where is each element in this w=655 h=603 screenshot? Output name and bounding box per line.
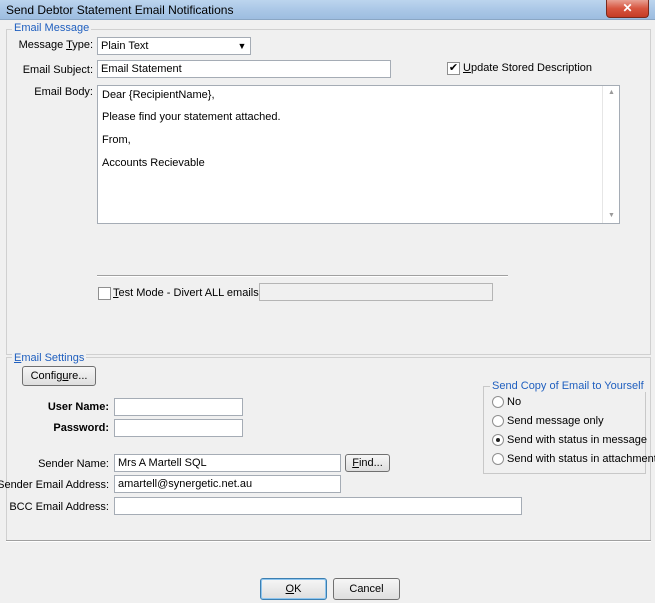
test-mode-label: Test Mode - Divert ALL emails to:: [113, 287, 274, 299]
bcc-email-label: BCC Email Address:: [9, 501, 109, 513]
scroll-down-icon[interactable]: ▼: [603, 209, 620, 223]
send-copy-group-label: Send Copy of Email to Yourself: [490, 380, 646, 392]
sender-name-label: Sender Name:: [38, 458, 109, 470]
email-subject-input[interactable]: Email Statement: [97, 60, 391, 78]
user-name-label: User Name:: [47, 401, 109, 413]
radio-send-status-in-message-label: Send with status in message: [507, 434, 648, 446]
test-mode-email-input[interactable]: [259, 283, 493, 301]
radio-no[interactable]: [492, 396, 504, 408]
message-type-label: Message Type:: [18, 39, 93, 51]
email-body-scrollbar[interactable]: ▲ ▼: [602, 86, 619, 223]
title-bar: Send Debtor Statement Email Notification…: [0, 0, 655, 20]
email-body-line: Dear {RecipientName},: [102, 89, 215, 101]
update-stored-description-label: Update Stored Description: [463, 62, 593, 74]
ok-button[interactable]: OK: [260, 578, 327, 600]
chevron-down-icon[interactable]: ▼: [235, 39, 249, 53]
email-subject-value: Email Statement: [101, 63, 182, 75]
sender-email-input[interactable]: amartell@synergetic.net.au: [114, 475, 341, 493]
email-body-line: Please find your statement attached.: [102, 111, 281, 123]
find-button[interactable]: Find...: [345, 454, 390, 472]
configure-button[interactable]: Configure...: [22, 366, 96, 386]
email-body-textarea[interactable]: Dear {RecipientName}, Please find your s…: [97, 85, 620, 224]
message-type-select[interactable]: Plain Text ▼: [97, 37, 251, 55]
email-subject-label: Email Subject:: [22, 64, 93, 76]
radio-send-message-only[interactable]: [492, 415, 504, 427]
cancel-button[interactable]: Cancel: [333, 578, 400, 600]
scroll-up-icon[interactable]: ▲: [603, 86, 620, 100]
radio-send-status-in-attachment[interactable]: [492, 453, 504, 465]
update-stored-description-checkbox[interactable]: ✔: [447, 62, 460, 75]
bcc-email-input[interactable]: [114, 497, 522, 515]
email-body-label: Email Body:: [34, 86, 93, 98]
sender-name-input[interactable]: Mrs A Martell SQL: [114, 454, 341, 472]
close-icon: ✕: [622, 1, 633, 15]
email-body-line: Accounts Recievable: [102, 157, 205, 169]
sender-email-label: Sender Email Address:: [0, 479, 109, 491]
test-mode-checkbox[interactable]: [98, 287, 111, 300]
user-name-input[interactable]: [114, 398, 243, 416]
radio-no-label: No: [507, 396, 522, 408]
password-label: Password:: [53, 422, 109, 434]
dialog-client-area: Email Message Message Type: Plain Text ▼…: [0, 20, 655, 603]
checkmark-icon: ✔: [448, 62, 459, 74]
email-body-line: From,: [102, 134, 131, 146]
footer-separator: [6, 540, 651, 542]
window-title: Send Debtor Statement Email Notification…: [6, 3, 234, 17]
radio-send-status-in-message[interactable]: [492, 434, 504, 446]
email-message-group-label: Email Message: [12, 22, 92, 34]
close-button[interactable]: ✕: [606, 0, 649, 18]
password-input[interactable]: [114, 419, 243, 437]
radio-send-status-in-attachment-label: Send with status in attachment: [507, 453, 655, 465]
email-settings-group-label: Email Settings: [12, 352, 87, 364]
radio-send-message-only-label: Send message only: [507, 415, 604, 427]
message-type-value: Plain Text: [101, 40, 149, 52]
body-separator: [97, 275, 508, 277]
